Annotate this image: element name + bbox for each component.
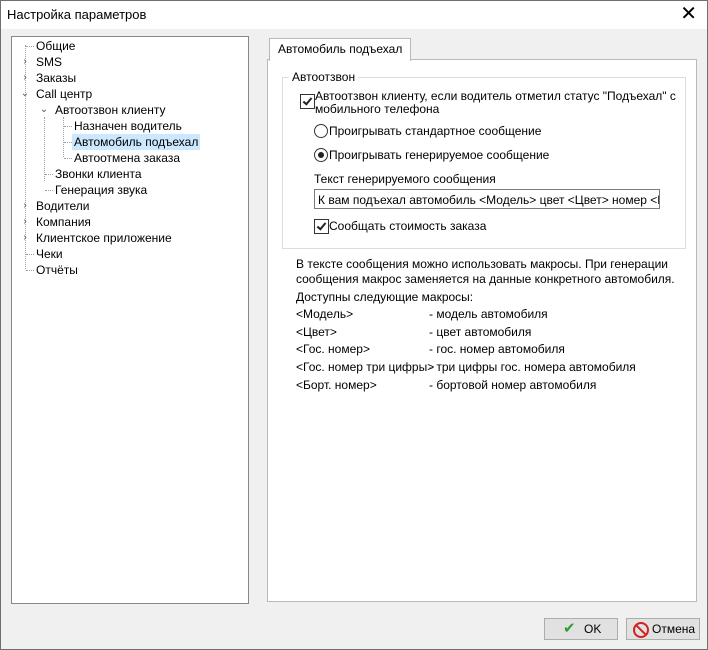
autocall-enable-label-line2: мобильного телефона (315, 102, 440, 116)
macro-desc: - три цифры гос. номера автомобиля (429, 360, 636, 374)
info-line: В тексте сообщения можно использовать ма… (296, 257, 669, 271)
message-text-input[interactable]: К вам подъехал автомобиль <Модель> цвет … (314, 189, 660, 209)
title-bar: Настройка параметров ✕ (1, 1, 707, 29)
chevron-down-icon[interactable]: ⌄ (39, 102, 49, 118)
groupbox-legend: Автоотзвон (289, 70, 359, 84)
close-icon[interactable]: ✕ (680, 3, 697, 25)
ok-button[interactable]: ✔ OK (544, 618, 618, 640)
message-text-label: Текст генерируемого сообщения (314, 172, 496, 186)
window-title: Настройка параметров (7, 7, 147, 22)
report-price-checkbox[interactable] (314, 219, 329, 234)
check-icon: ✔ (563, 620, 576, 637)
cancel-button[interactable]: Отмена (626, 618, 700, 640)
macro-name: <Цвет> (296, 325, 337, 339)
chevron-right-icon[interactable]: › (20, 214, 30, 230)
chevron-down-icon[interactable]: ⌄ (20, 86, 30, 102)
settings-tree[interactable]: Общие › SMS › Заказы ⌄ Call центр ⌄ Авто… (11, 36, 249, 604)
radio-generated-label: Проигрывать генерируемое сообщение (329, 148, 550, 162)
settings-panel: Автоотзвон Автоотзвон клиенту, если води… (267, 59, 697, 602)
autocall-enable-label-line1: Автоотзвон клиенту, если водитель отмети… (315, 89, 676, 103)
macros-info: В тексте сообщения можно использовать ма… (296, 257, 676, 305)
info-line: сообщения макрос заменяется на данные ко… (296, 272, 675, 286)
macro-desc: - модель автомобиля (429, 307, 548, 321)
autocall-groupbox: Автоотзвон Автоотзвон клиенту, если води… (282, 70, 686, 249)
chevron-right-icon[interactable]: › (20, 198, 30, 214)
info-line: Доступны следующие макросы: (296, 290, 474, 304)
autocall-enable-checkbox[interactable] (300, 94, 315, 109)
ok-button-label: OK (584, 622, 602, 636)
chevron-right-icon[interactable]: › (20, 54, 30, 70)
macro-name: <Борт. номер> (296, 378, 377, 392)
settings-dialog: Настройка параметров ✕ Общие › SMS › Зак… (0, 0, 708, 650)
macro-desc: - гос. номер автомобиля (429, 342, 565, 356)
macro-desc: - бортовой номер автомобиля (429, 378, 597, 392)
tree-line (63, 117, 64, 157)
cancel-icon (633, 622, 649, 638)
tab-car-arrived[interactable]: Автомобиль подъехал (269, 38, 412, 61)
macro-desc: - цвет автомобиля (429, 325, 532, 339)
cancel-button-label: Отмена (652, 622, 696, 636)
radio-generated-message[interactable] (314, 148, 328, 162)
chevron-right-icon[interactable]: › (20, 70, 30, 86)
radio-standard-label: Проигрывать стандартное сообщение (329, 124, 542, 138)
macro-name: <Гос. номер> (296, 342, 370, 356)
radio-standard-message[interactable] (314, 124, 328, 138)
macro-name: <Модель> (296, 307, 354, 321)
tree-line (44, 117, 45, 181)
report-price-label: Сообщать стоимость заказа (329, 219, 487, 233)
macro-name: <Гос. номер три цифры> (296, 360, 435, 374)
chevron-right-icon[interactable]: › (20, 230, 30, 246)
